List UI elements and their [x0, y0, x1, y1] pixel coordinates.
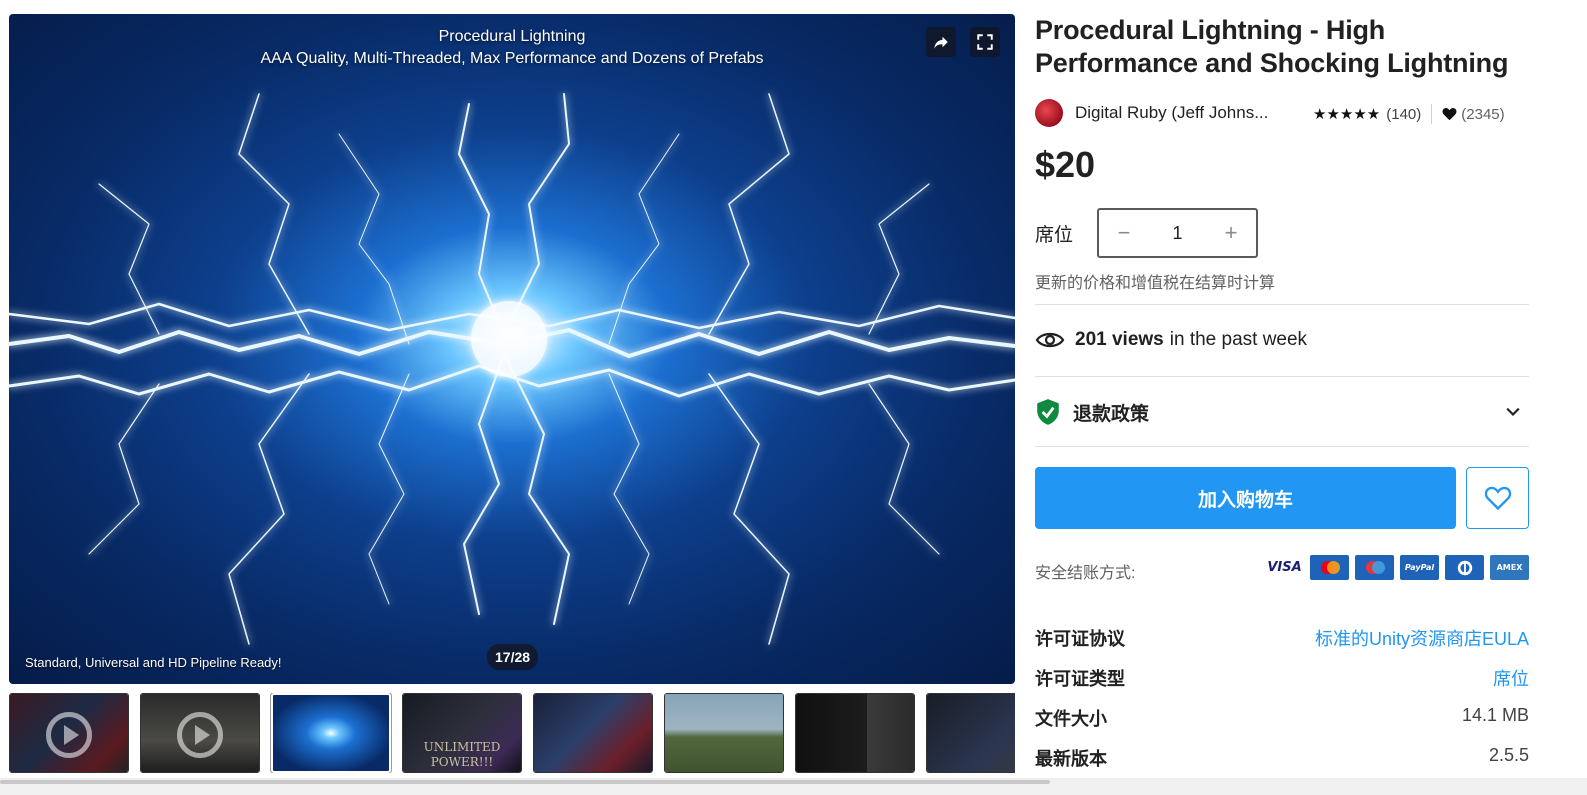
- thumbnail-image-8[interactable]: [926, 693, 1015, 773]
- add-to-cart-button[interactable]: 加入购物车: [1035, 467, 1456, 529]
- publisher-link[interactable]: Digital Ruby (Jeff Johns...: [1075, 103, 1268, 123]
- thumbnail-image-5[interactable]: [533, 693, 653, 773]
- play-icon: [177, 712, 223, 758]
- file-size-row: 文件大小 14.1 MB: [1035, 705, 1529, 731]
- payment-methods: VISA PayPal AMEX: [1265, 555, 1529, 580]
- divider: [1035, 304, 1529, 305]
- hero-bottom-text: Standard, Universal and HD Pipeline Read…: [25, 655, 282, 670]
- hero-caption: Procedural Lightning AAA Quality, Multi-…: [9, 26, 1015, 70]
- refund-policy-label: 退款政策: [1073, 403, 1150, 425]
- heart-outline-icon: [1484, 486, 1511, 511]
- product-title: Procedural Lightning - High Performance …: [1035, 15, 1509, 78]
- maestro-icon: [1355, 555, 1394, 580]
- seat-label: 席位: [1035, 225, 1074, 246]
- chevron-down-icon: [1506, 407, 1520, 417]
- decrement-button[interactable]: −: [1099, 220, 1149, 246]
- rating-count: (140): [1386, 105, 1422, 123]
- license-agreement-row: 许可证协议 标准的Unity资源商店EULA: [1035, 625, 1529, 651]
- hero-caption-title: Procedural Lightning: [438, 28, 586, 45]
- paypal-icon: PayPal: [1400, 555, 1439, 580]
- increment-button[interactable]: +: [1206, 220, 1256, 246]
- product-hero-image[interactable]: Procedural Lightning AAA Quality, Multi-…: [9, 14, 1015, 684]
- publisher-avatar[interactable]: [1035, 99, 1063, 127]
- quantity-stepper: − 1 +: [1097, 208, 1258, 258]
- share-arrow-icon: [934, 36, 948, 49]
- vat-note: 更新的价格和增值税在结算时计算: [1035, 275, 1276, 292]
- divider: [1035, 446, 1529, 447]
- file-size-value: 14.1 MB: [1461, 705, 1529, 725]
- product-info-panel: Procedural Lightning - High Performance …: [1035, 14, 1529, 769]
- views-suffix: in the past week: [1169, 329, 1308, 350]
- visa-icon: VISA: [1265, 555, 1304, 580]
- heart-filled-icon: [1442, 108, 1457, 121]
- rating-summary[interactable]: ★★★★★ (140) (2345): [1313, 104, 1505, 124]
- scrollbar-thumb[interactable]: [0, 780, 1050, 784]
- detail-key: 许可证类型: [1035, 669, 1125, 689]
- thumbnail-image-6[interactable]: [664, 693, 784, 773]
- shield-check-icon: [1037, 399, 1059, 425]
- latest-version-value: 2.5.5: [1488, 745, 1529, 765]
- thumbnail-caption-line1: UNLIMITED: [423, 740, 501, 754]
- publisher-row: Digital Ruby (Jeff Johns... ★★★★★ (140) …: [1035, 98, 1529, 128]
- thumbnail-strip: UNLIMITED POWER!!!: [9, 693, 1015, 773]
- thumbnail-video-2[interactable]: [140, 693, 260, 773]
- lightning-artwork: [9, 93, 1015, 645]
- share-button[interactable]: [926, 27, 956, 57]
- thumbnail-caption-line2: POWER!!!: [430, 755, 494, 769]
- fullscreen-icon: [977, 34, 993, 50]
- favorites-count: (2345): [1461, 105, 1505, 123]
- play-icon: [46, 712, 92, 758]
- price: $20: [1035, 144, 1096, 185]
- thumbnail-image-active[interactable]: [270, 693, 392, 773]
- payment-label: 安全结账方式:: [1035, 565, 1136, 582]
- detail-key: 文件大小: [1035, 709, 1107, 729]
- wishlist-button[interactable]: [1466, 467, 1529, 529]
- image-counter: 17/28: [487, 644, 539, 670]
- views-stat: 201 views in the past week: [1035, 329, 1307, 351]
- mastercard-icon: [1310, 555, 1349, 580]
- license-agreement-link[interactable]: 标准的Unity资源商店EULA: [1315, 625, 1529, 651]
- divider: [1035, 376, 1529, 377]
- license-type-link[interactable]: 席位: [1493, 665, 1529, 691]
- amex-icon: AMEX: [1490, 555, 1529, 580]
- thumbnail-caption: UNLIMITED POWER!!!: [403, 740, 521, 770]
- fullscreen-button[interactable]: [970, 27, 1000, 57]
- divider: [1431, 104, 1433, 124]
- latest-version-row: 最新版本 2.5.5: [1035, 745, 1529, 771]
- eye-icon: [1035, 332, 1065, 348]
- views-number: 201 views: [1075, 329, 1164, 350]
- license-type-row: 许可证类型 席位: [1035, 665, 1529, 691]
- hero-caption-subtitle: AAA Quality, Multi-Threaded, Max Perform…: [260, 50, 764, 67]
- thumbnail-image-7[interactable]: [795, 693, 915, 773]
- star-rating-icon: ★★★★★: [1313, 106, 1381, 123]
- detail-key: 最新版本: [1035, 749, 1107, 769]
- detail-key: 许可证协议: [1035, 629, 1125, 649]
- diners-club-icon: [1445, 555, 1484, 580]
- thumbnail-image-unlimited-power[interactable]: UNLIMITED POWER!!!: [402, 693, 522, 773]
- thumbnail-video-1[interactable]: [9, 693, 129, 773]
- horizontal-scrollbar[interactable]: [0, 778, 1587, 795]
- quantity-value[interactable]: 1: [1149, 223, 1206, 244]
- refund-policy-toggle[interactable]: 退款政策: [1035, 397, 1529, 427]
